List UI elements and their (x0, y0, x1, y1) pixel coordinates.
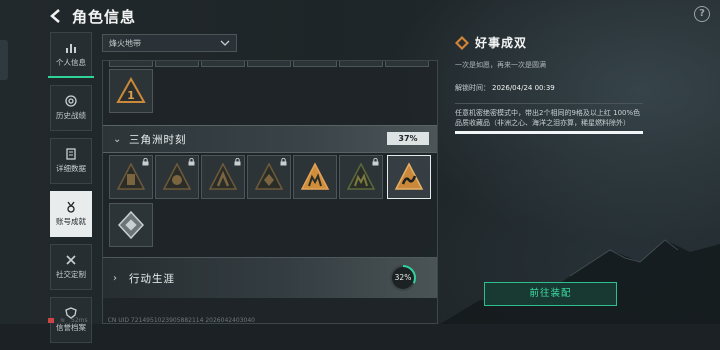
wifi-icon: ≋ (60, 316, 66, 324)
achievement-tile-locked[interactable] (201, 155, 245, 199)
sidebar-item-label: 社交定制 (56, 270, 86, 279)
helmet-badge-icon (162, 162, 192, 190)
achievement-tile-locked[interactable] (339, 155, 383, 199)
tools-icon (66, 255, 76, 265)
achievement-detail: 好事成双 一次是如愿，再来一次是圆满 解锁时间： 2026/04/24 00:39… (455, 34, 645, 134)
category-row-operation-career[interactable]: › 行动生涯 32% (103, 257, 437, 298)
sidebar-item-label: 个人信息 (56, 58, 86, 67)
sidebar-item-achievements[interactable]: 账号成就 (48, 76, 94, 237)
chevron-down-icon: ⌄ (113, 133, 122, 145)
document-icon (66, 148, 76, 160)
medal-icon (67, 201, 75, 213)
sidebar-item-details[interactable]: 详细数据 (50, 138, 92, 184)
achievement-tile-locked[interactable] (247, 155, 291, 199)
lock-icon (372, 158, 379, 166)
mode-filter-value: 烽火地带 (109, 38, 141, 48)
squad-badge-icon (346, 162, 376, 190)
lock-icon (188, 158, 195, 166)
sidebar-item-history[interactable]: 历史战绩 (50, 85, 92, 131)
achievement-diamond-icon (455, 35, 469, 50)
back-arrow-icon[interactable] (48, 8, 64, 24)
go-to-loadout-button[interactable]: 前往装配 (484, 282, 617, 306)
target-icon (65, 95, 77, 107)
sidebar-item-label: 账号成就 (56, 217, 86, 226)
achievement-tile-locked[interactable] (109, 155, 153, 199)
lock-icon (142, 158, 149, 166)
achievement-tile[interactable] (293, 155, 337, 199)
achievement-tile[interactable] (385, 61, 429, 67)
bar-chart-icon (66, 44, 76, 53)
diamond-badge-icon (117, 210, 145, 240)
edge-handle (0, 40, 8, 80)
soldier-badge-icon (116, 162, 146, 190)
category-progress: 37% (387, 132, 429, 145)
figure-badge-icon (208, 162, 238, 190)
achievement-tile[interactable] (201, 61, 245, 67)
achievement-tile[interactable] (339, 61, 383, 67)
lock-icon (234, 158, 241, 166)
sidebar-item-profile[interactable]: 个人信息 (50, 32, 92, 78)
achievement-tile[interactable]: 1 (109, 69, 153, 113)
category-row-delta-moments[interactable]: ⌄ 三角洲时刻 37% (103, 125, 437, 153)
number-one-badge-icon: 1 (116, 76, 146, 103)
achievement-tile[interactable] (109, 203, 153, 247)
emblem-badge-icon (254, 162, 284, 190)
sidebar-item-label: 详细数据 (56, 164, 86, 173)
achievement-subtitle: 一次是如愿，再来一次是圆满 (455, 61, 546, 69)
uid-text: CN UID 7214951023905882114 2026042403040 (107, 316, 255, 324)
sidebar: 个人信息 历史战绩 详细数据 账号成就 社交定制 信誉档案 (48, 32, 94, 350)
category-progress: 32% (394, 273, 412, 282)
achievement-title: 好事成双 (475, 36, 528, 50)
double-badge-icon (394, 162, 424, 190)
category-name: 行动生涯 (129, 272, 175, 285)
category-name: 三角洲时刻 (129, 133, 187, 146)
ping-value: 52ms (71, 316, 88, 324)
achievement-list[interactable]: 1 ⌄ 三角洲时刻 37% › 行动生涯 32% (102, 60, 438, 324)
achievement-tile[interactable] (293, 61, 337, 67)
achievement-tile-locked[interactable] (155, 155, 199, 199)
achievement-tile-selected[interactable] (387, 155, 431, 199)
lock-icon (280, 158, 287, 166)
achievement-progress-fill (455, 131, 643, 134)
mode-filter-dropdown[interactable]: 烽火地带 (102, 34, 237, 52)
header: 角色信息 (48, 4, 136, 28)
achievement-progress-bar (455, 131, 643, 134)
unlock-time: 解锁时间： 2026/04/24 00:39 (455, 83, 645, 93)
achievement-tile[interactable] (247, 61, 291, 67)
status-bar: ≋ 52ms CN UID 7214951023905882114 202604… (48, 316, 255, 324)
page-title: 角色信息 (72, 7, 137, 26)
unlock-label: 解锁时间： (455, 84, 490, 92)
achievement-tile[interactable] (155, 61, 199, 67)
sidebar-item-social[interactable]: 社交定制 (50, 244, 92, 290)
help-icon[interactable]: ? (694, 6, 710, 22)
svg-text:1: 1 (127, 89, 135, 102)
divider (455, 103, 643, 104)
unlock-time-value: 2026/04/24 00:39 (492, 84, 555, 92)
achievement-description: 任意机密绝密模式中，带出2个相同的9格及以上红 100%色品质收藏品（非洲之心、… (455, 109, 641, 127)
chevron-right-icon: › (113, 272, 117, 284)
active-indicator (48, 76, 94, 78)
achievement-tile[interactable] (109, 61, 153, 67)
sidebar-item-label: 历史战绩 (56, 111, 86, 120)
squad-badge-icon (300, 162, 330, 190)
chevron-down-icon (220, 40, 230, 46)
signal-icon (48, 317, 54, 323)
